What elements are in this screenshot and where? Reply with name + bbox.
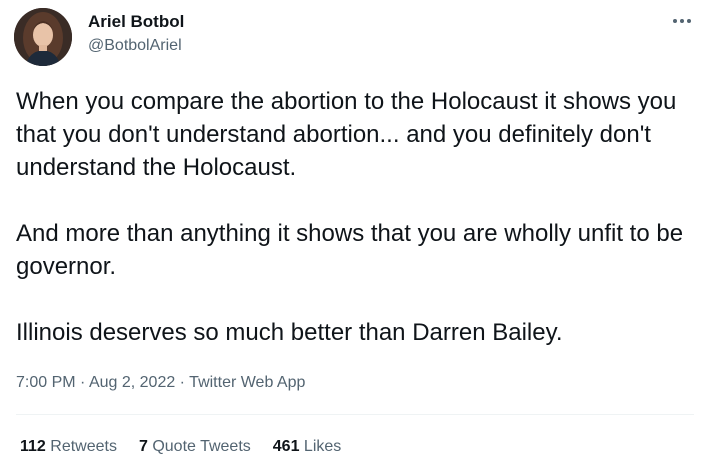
tweet-paragraph: And more than anything it shows that you… bbox=[16, 220, 684, 280]
likes-count: 461 bbox=[272, 438, 300, 455]
tweet-paragraph: Illinois deserves so much better than Da… bbox=[16, 319, 563, 346]
quote-tweets-label: Quote Tweets bbox=[152, 438, 251, 455]
tweet-paragraph: When you compare the abortion to the Hol… bbox=[16, 88, 677, 181]
meta-separator: · bbox=[175, 374, 190, 391]
retweets-label: Retweets bbox=[50, 438, 117, 455]
divider bbox=[16, 414, 694, 415]
quote-tweets-stat[interactable]: 7 Quote Tweets bbox=[139, 436, 251, 458]
profile-photo-icon bbox=[14, 8, 72, 66]
likes-label: Likes bbox=[303, 438, 342, 455]
tweet-time[interactable]: 7:00 PM bbox=[16, 374, 76, 391]
tweet-meta: 7:00 PM · Aug 2, 2022 · Twitter Web App bbox=[16, 372, 305, 394]
tweet-stats: 112 Retweets 7 Quote Tweets 461 Likes bbox=[20, 436, 341, 458]
retweets-stat[interactable]: 112 Retweets bbox=[20, 436, 117, 458]
more-options-button[interactable] bbox=[664, 6, 700, 36]
tweet-date[interactable]: Aug 2, 2022 bbox=[89, 374, 175, 391]
likes-stat[interactable]: 461 Likes bbox=[273, 436, 342, 458]
display-name[interactable]: Ariel Botbol bbox=[88, 12, 184, 32]
avatar[interactable] bbox=[14, 8, 72, 66]
retweets-count: 112 bbox=[20, 438, 46, 455]
tweet-card: Ariel Botbol @BotbolAriel When you compa… bbox=[0, 0, 711, 470]
quote-tweets-count: 7 bbox=[138, 438, 148, 455]
tweet-source[interactable]: Twitter Web App bbox=[189, 374, 305, 391]
meta-separator: · bbox=[75, 374, 89, 391]
tweet-text: When you compare the abortion to the Hol… bbox=[16, 85, 696, 349]
user-handle[interactable]: @BotbolAriel bbox=[88, 36, 182, 56]
more-options-icon bbox=[673, 19, 691, 23]
